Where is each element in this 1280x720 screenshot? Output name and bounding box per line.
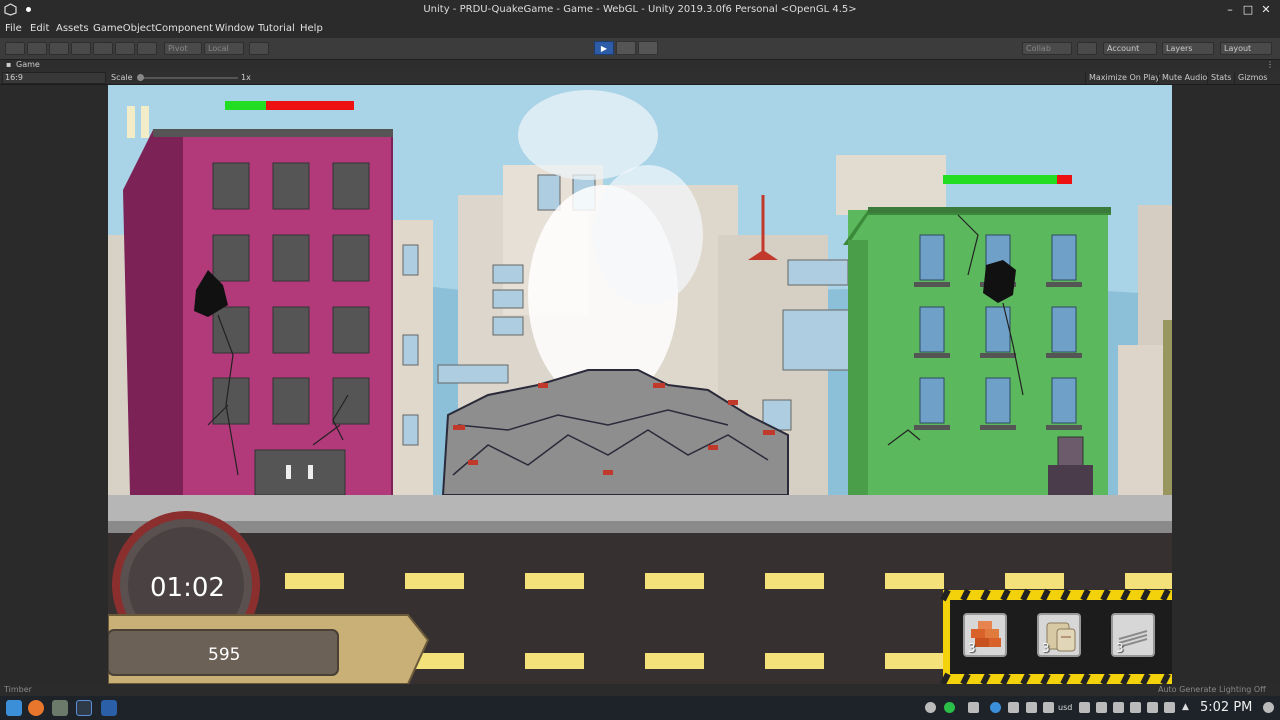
minimize-icon[interactable]: – [1223, 3, 1237, 16]
info-icon[interactable] [990, 702, 1001, 713]
scale-slider-knob[interactable] [137, 74, 144, 81]
scale-tool-icon[interactable] [71, 42, 91, 55]
menu-window[interactable]: Window [215, 23, 254, 34]
menu-tutorial[interactable]: Tutorial [258, 23, 295, 34]
stats-toggle[interactable]: Stats [1207, 72, 1234, 84]
rotate-tool-icon[interactable] [49, 42, 69, 55]
menu-edit[interactable]: Edit [30, 23, 49, 34]
scale-slider-track[interactable] [138, 77, 238, 79]
menu-file[interactable]: File [5, 23, 22, 34]
item-count: 3 [968, 641, 976, 655]
cloud-icon[interactable] [1077, 42, 1097, 55]
window-titlebar: Unity - PRDU-QuakeGame - Game - WebGL - … [0, 0, 1280, 20]
clock: 5:02 PM [1200, 700, 1253, 715]
wifi-icon[interactable] [1130, 702, 1141, 713]
mute-audio-toggle[interactable]: Mute Audio [1158, 72, 1210, 84]
layout-dropdown[interactable]: Layout [1220, 42, 1272, 55]
bluetooth-icon[interactable] [1043, 702, 1054, 713]
step-button[interactable] [638, 41, 658, 55]
snap-icon[interactable] [249, 42, 269, 55]
firefox-icon[interactable] [28, 700, 44, 716]
game-viewport[interactable]: 01:02 595 3 3 3 [108, 85, 1172, 684]
scale-value: 1x [241, 73, 251, 82]
left-building-health-fill [225, 101, 267, 110]
file-manager-icon[interactable] [52, 700, 68, 716]
toolbar: Pivot Local ▶ Collab Account Layers Layo… [0, 38, 1280, 60]
editor-task-icon[interactable] [101, 700, 117, 716]
transform-tool-icon[interactable] [115, 42, 135, 55]
pause-button[interactable] [616, 41, 636, 55]
expand-tray-icon[interactable]: ▲ [1182, 702, 1189, 712]
pause-icon[interactable] [127, 106, 151, 138]
item-slot-bricks[interactable]: 3 [963, 613, 1007, 657]
menu-assets[interactable]: Assets [56, 23, 89, 34]
tray-app-icon[interactable] [1096, 702, 1107, 713]
status-left: Timber [4, 685, 32, 694]
play-button[interactable]: ▶ [594, 41, 614, 55]
aspect-dropdown[interactable]: 16:9 [2, 72, 106, 84]
layers-dropdown[interactable]: Layers [1162, 42, 1214, 55]
aspect-value: 16:9 [5, 73, 23, 82]
gizmos-dropdown[interactable]: Gizmos [1234, 72, 1270, 84]
volume-icon[interactable] [1164, 702, 1175, 713]
status-right: Auto Generate Lighting Off [1158, 685, 1266, 694]
keyboard-layout[interactable]: usd [1058, 703, 1072, 712]
item-count: 3 [1042, 641, 1050, 655]
close-icon[interactable]: ✕ [1259, 3, 1273, 16]
menu-gameobject[interactable]: GameObject [93, 23, 155, 34]
lightbulb-icon[interactable] [968, 702, 979, 713]
item-slot-steel[interactable]: 3 [1111, 613, 1155, 657]
countdown-timer: 01:02 [150, 573, 225, 603]
hand-tool-icon[interactable] [5, 42, 25, 55]
local-toggle[interactable]: Local [204, 42, 244, 55]
custom-tool-icon[interactable] [137, 42, 157, 55]
taskbar: usd ▲ 5:02 PM [0, 696, 1280, 720]
right-building-health-bar [943, 175, 1072, 184]
viewport-right-letterbox [1172, 85, 1280, 684]
menu-component[interactable]: Component [155, 23, 213, 34]
rect-tool-icon[interactable] [93, 42, 113, 55]
right-building-health-fill [943, 175, 1057, 184]
game-tab-row: ▪ Game ⋮ [0, 60, 1280, 71]
scale-label: Scale [111, 73, 133, 82]
maximize-on-play-toggle[interactable]: Maximize On Play [1085, 72, 1163, 84]
menubar: File Edit Assets GameObject Component Wi… [0, 20, 1280, 38]
window-title: Unity - PRDU-QuakeGame - Game - WebGL - … [423, 4, 857, 15]
tray-app-icon[interactable] [1008, 702, 1019, 713]
game-tab-icon: ▪ [6, 60, 12, 69]
item-slot-cement[interactable]: 3 [1037, 613, 1081, 657]
menu-help[interactable]: Help [300, 23, 323, 34]
move-tool-icon[interactable] [27, 42, 47, 55]
status-green-icon[interactable] [944, 702, 955, 713]
tray-app-icon[interactable] [1113, 702, 1124, 713]
game-view-controls: 16:9 Scale 1x Maximize On Play Mute Audi… [0, 71, 1280, 85]
pivot-toggle[interactable]: Pivot [164, 42, 202, 55]
unity-task-icon[interactable] [76, 700, 92, 716]
tray-app-icon[interactable] [1026, 702, 1037, 713]
tab-menu-icon[interactable]: ⋮ [1266, 60, 1274, 69]
battery-icon[interactable] [1147, 702, 1158, 713]
score-value: 595 [208, 645, 241, 665]
left-building-health-bar [225, 101, 354, 110]
settings-icon[interactable] [1263, 702, 1274, 713]
collab-button[interactable]: Collab [1022, 42, 1072, 55]
item-count: 3 [1116, 641, 1124, 655]
status-bar: Timber Auto Generate Lighting Off [0, 684, 1280, 696]
account-dropdown[interactable]: Account [1103, 42, 1157, 55]
maximize-icon[interactable]: □ [1241, 3, 1255, 16]
tab-game[interactable]: Game [16, 60, 40, 69]
app-launcher-icon[interactable] [6, 700, 22, 716]
tray-app-icon[interactable] [1079, 702, 1090, 713]
drop-icon[interactable] [925, 702, 936, 713]
viewport-left-letterbox [0, 85, 108, 684]
